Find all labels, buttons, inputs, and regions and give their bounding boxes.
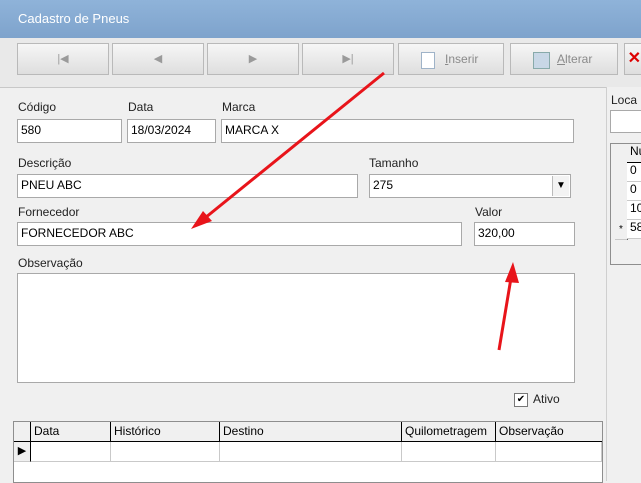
location-grid[interactable]: Nu 0 0 10 * 58 bbox=[610, 143, 641, 265]
column-header-quilometragem[interactable]: Quilometragem bbox=[402, 422, 496, 442]
list-item[interactable]: 0 bbox=[627, 182, 641, 201]
column-header-observacao[interactable]: Observação bbox=[496, 422, 602, 442]
location-field[interactable] bbox=[610, 110, 641, 133]
next-record-button[interactable]: ▶ bbox=[207, 43, 299, 75]
marca-field[interactable]: MARCA X bbox=[221, 119, 574, 143]
previous-record-button[interactable]: ◀ bbox=[112, 43, 204, 75]
marca-label: Marca bbox=[222, 100, 256, 114]
grid-cell[interactable] bbox=[220, 442, 402, 462]
tamanho-value: 275 bbox=[373, 178, 394, 192]
grid-cell[interactable] bbox=[402, 442, 496, 462]
title-bar: Cadastro de Pneus bbox=[0, 0, 641, 38]
ativo-checkbox[interactable]: ✔ bbox=[514, 393, 528, 407]
row-indicator-icon: ▶ bbox=[14, 442, 31, 462]
chevron-down-icon[interactable]: ▼ bbox=[552, 176, 569, 196]
observacao-label: Observação bbox=[18, 256, 83, 270]
edit-pencil-icon bbox=[533, 52, 550, 69]
ativo-label: Ativo bbox=[533, 392, 560, 406]
window-title: Cadastro de Pneus bbox=[18, 11, 130, 26]
previous-record-icon: ◀ bbox=[153, 53, 163, 65]
grid-cell[interactable] bbox=[496, 442, 602, 462]
location-label: Loca bbox=[611, 93, 638, 107]
first-record-icon: |◀ bbox=[57, 53, 69, 65]
tamanho-select[interactable]: 275 ▼ bbox=[369, 174, 571, 198]
data-field[interactable]: 18/03/2024 bbox=[127, 119, 216, 143]
insert-button-label: Inserir bbox=[445, 52, 479, 66]
fornecedor-field[interactable]: FORNECEDOR ABC bbox=[17, 222, 462, 246]
list-item[interactable]: 10 bbox=[627, 201, 641, 220]
codigo-label: Código bbox=[18, 100, 57, 114]
valor-field[interactable]: 320,00 bbox=[474, 222, 575, 246]
edit-button[interactable]: Alterar bbox=[510, 43, 618, 75]
list-item[interactable]: 0 bbox=[627, 163, 641, 182]
last-record-button[interactable]: ▶| bbox=[302, 43, 394, 75]
valor-label: Valor bbox=[475, 205, 503, 219]
column-header-historico[interactable]: Histórico bbox=[111, 422, 220, 442]
first-record-button[interactable]: |◀ bbox=[17, 43, 109, 75]
grid-cell[interactable] bbox=[31, 442, 111, 462]
insert-button[interactable]: Inserir bbox=[398, 43, 504, 75]
codigo-field[interactable]: 580 bbox=[17, 119, 122, 143]
delete-button[interactable]: ✕ bbox=[624, 43, 641, 75]
history-grid[interactable]: Data Histórico Destino Quilometragem Obs… bbox=[13, 421, 603, 483]
toolbar: |◀ ◀ ▶ ▶| Inserir Alterar ✕ bbox=[0, 38, 641, 88]
fornecedor-label: Fornecedor bbox=[18, 205, 80, 219]
grid-cell[interactable] bbox=[111, 442, 220, 462]
column-header-destino[interactable]: Destino bbox=[220, 422, 402, 442]
close-icon: ✕ bbox=[627, 50, 641, 67]
edit-button-label: Alterar bbox=[557, 52, 593, 66]
descricao-label: Descrição bbox=[18, 156, 72, 170]
observacao-textarea[interactable] bbox=[17, 273, 575, 383]
grid-indicator-header bbox=[14, 422, 31, 442]
location-panel: Loca Nu 0 0 10 * 58 bbox=[606, 87, 641, 481]
tamanho-label: Tamanho bbox=[369, 156, 419, 170]
descricao-field[interactable]: PNEU ABC bbox=[17, 174, 358, 198]
next-record-icon: ▶ bbox=[248, 53, 258, 65]
data-label: Data bbox=[128, 100, 154, 114]
last-record-icon: ▶| bbox=[342, 53, 354, 65]
column-header-data[interactable]: Data bbox=[31, 422, 111, 442]
document-icon bbox=[421, 52, 435, 69]
column-header-number[interactable]: Nu bbox=[627, 144, 641, 163]
arrow-to-fornecedor bbox=[191, 71, 385, 229]
list-item[interactable]: 58 bbox=[627, 220, 641, 239]
